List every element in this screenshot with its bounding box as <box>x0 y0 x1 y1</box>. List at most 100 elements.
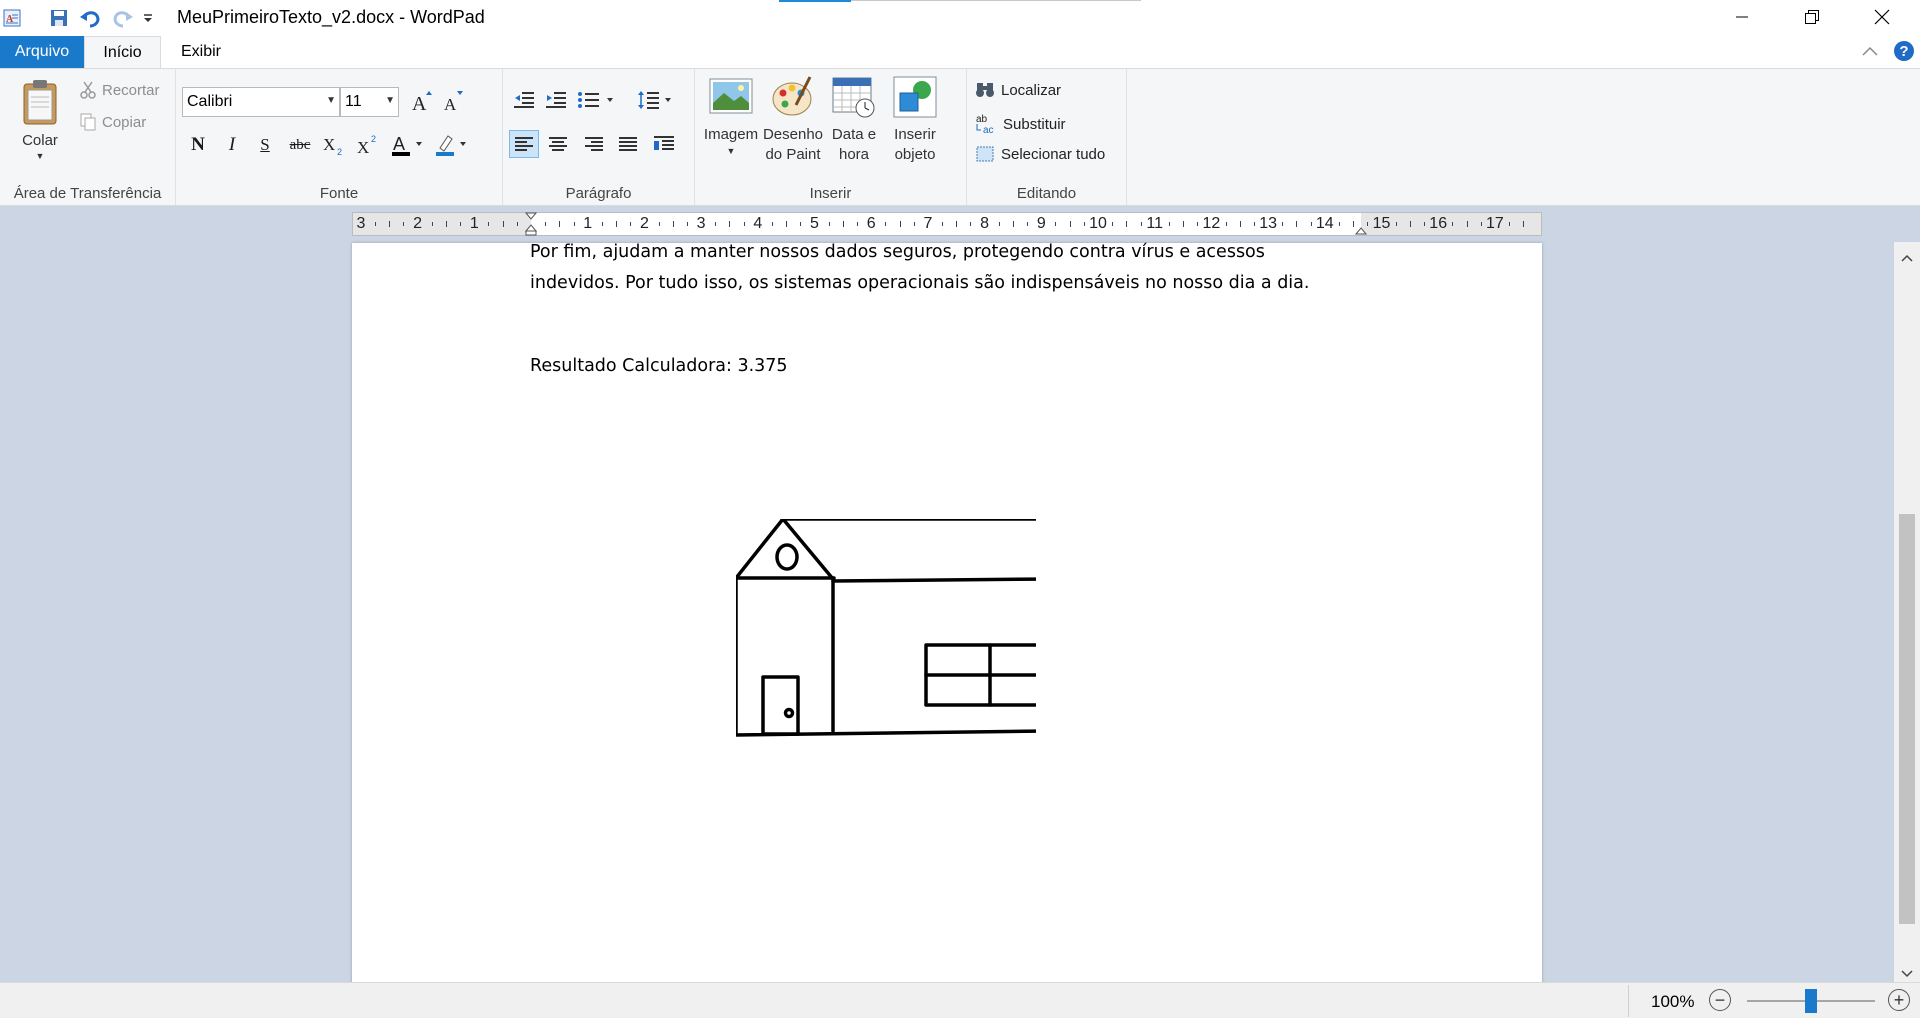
ruler-number: 10 <box>1089 215 1107 232</box>
ruler-tick <box>488 222 490 226</box>
ruler-tick <box>913 222 915 226</box>
scroll-thumb[interactable] <box>1899 514 1915 924</box>
align-right-button[interactable] <box>579 130 609 158</box>
justify-button[interactable] <box>613 130 643 158</box>
font-family-dropdown-icon: ▼ <box>326 95 336 106</box>
paste-dropdown-icon[interactable]: ▼ <box>10 151 70 161</box>
paint-palette-icon <box>772 76 812 116</box>
svg-text:X: X <box>357 138 369 157</box>
find-button[interactable]: Localizar <box>975 81 1061 99</box>
shrink-font-button[interactable]: A <box>440 86 468 116</box>
vertical-scrollbar[interactable] <box>1894 242 1920 982</box>
font-size-select[interactable]: 11 ▼ <box>340 87 399 117</box>
align-left-button[interactable] <box>509 130 539 158</box>
restore-button[interactable] <box>1784 0 1840 34</box>
editing-group-label: Editando <box>1016 185 1077 202</box>
ruler-number: 13 <box>1259 215 1277 232</box>
help-icon[interactable]: ? <box>1894 41 1914 61</box>
ruler-number: 1 <box>469 215 479 232</box>
align-center-button[interactable] <box>543 130 573 158</box>
ruler-tick <box>1296 221 1298 227</box>
decrease-indent-button[interactable] <box>509 86 539 114</box>
ruler-tick <box>800 222 802 226</box>
paste-button[interactable]: Colar ▼ <box>10 79 70 161</box>
save-icon[interactable] <box>47 7 71 29</box>
zoom-level: 100% <box>1651 992 1695 1011</box>
subscript-button[interactable]: X2 <box>320 131 348 159</box>
replace-button[interactable]: ab ac Substituir <box>975 113 1066 135</box>
paragraph-group-label: Parágrafo <box>565 185 632 202</box>
date-time-button[interactable]: Data e hora <box>826 75 882 165</box>
undo-icon[interactable] <box>78 7 102 29</box>
paint-drawing-button[interactable]: Desenho do Paint <box>761 75 825 165</box>
group-clipboard: Colar ▼ Recortar Copiar Área de Transfer… <box>0 69 176 205</box>
insert-image-button[interactable]: Imagem ▼ <box>701 75 761 157</box>
window-title: MeuPrimeiroTexto_v2.docx - WordPad <box>177 7 485 27</box>
tab-exibir[interactable]: Exibir <box>170 36 232 68</box>
document-workspace: 3 2 1 1 2 3 4 5 6 7 8 9 10 11 12 13 14 15 16 17 Por fim, aj… <box>0 206 1920 982</box>
minimize-ribbon-icon[interactable] <box>1861 44 1879 62</box>
strikethrough-button[interactable]: abc <box>286 131 314 159</box>
wordpad-app-icon[interactable]: A <box>0 7 24 29</box>
bullet-list-button[interactable] <box>575 86 619 114</box>
highlight-color-button[interactable] <box>432 131 472 159</box>
font-color-button[interactable]: A <box>388 131 428 159</box>
horizontal-ruler[interactable]: 3 2 1 1 2 3 4 5 6 7 8 9 10 11 12 13 14 15 16 17 <box>352 212 1542 236</box>
tab-inicio[interactable]: Início <box>84 36 161 68</box>
ruler-tick <box>1083 222 1085 226</box>
title-bar: A MeuPrimeiroTexto_v2.docx - WordPad <box>0 0 1920 36</box>
select-all-icon <box>976 146 994 162</box>
customize-quick-access-icon[interactable] <box>138 7 158 29</box>
close-button[interactable] <box>1854 0 1910 34</box>
superscript-button[interactable]: X2 <box>354 131 382 159</box>
shrink-font-icon: A <box>444 91 463 113</box>
ribbon: Colar ▼ Recortar Copiar Área de Transfer… <box>0 68 1920 206</box>
ruler-tick <box>1168 222 1170 226</box>
redo-icon[interactable] <box>111 7 135 29</box>
status-divider <box>1628 985 1629 1017</box>
zoom-out-button[interactable]: − <box>1709 989 1731 1011</box>
find-label: Localizar <box>1001 81 1062 99</box>
paragraph-settings-button[interactable] <box>649 130 679 158</box>
superscript-icon: X2 <box>357 134 376 157</box>
title-divider-line <box>851 0 1141 1</box>
minimize-button[interactable] <box>1714 0 1770 34</box>
scroll-down-icon[interactable] <box>1900 966 1914 982</box>
line-spacing-button[interactable] <box>635 86 675 114</box>
cut-button[interactable]: Recortar <box>80 81 160 99</box>
tab-arquivo[interactable]: Arquivo <box>0 36 84 68</box>
insert-image-label: Imagem <box>703 126 759 143</box>
ruler-number: 3 <box>696 215 706 232</box>
svg-text:ac: ac <box>983 125 994 135</box>
ruler-tick <box>1353 221 1355 227</box>
ruler-tick <box>616 221 618 227</box>
insert-image-dropdown-icon[interactable]: ▼ <box>701 145 761 157</box>
ruler-tick <box>502 221 504 227</box>
italic-button[interactable]: I <box>218 131 246 159</box>
ruler-tick <box>389 221 391 227</box>
font-color-icon: A <box>392 134 422 156</box>
ruler-left-margin <box>353 213 531 235</box>
ruler-tick <box>1480 222 1482 226</box>
copy-button[interactable]: Copiar <box>80 113 146 131</box>
zoom-slider-thumb[interactable] <box>1805 989 1817 1013</box>
bold-button[interactable]: N <box>184 131 212 159</box>
ruler-tick <box>1424 222 1426 226</box>
select-all-button[interactable]: Selecionar tudo <box>975 145 1105 163</box>
ruler-tick <box>885 222 887 226</box>
underline-button[interactable]: S <box>251 131 279 159</box>
increase-indent-button[interactable] <box>541 86 571 114</box>
ruler-tick <box>1282 222 1284 226</box>
document-page[interactable]: Por fim, ajudam a manter nossos dados se… <box>352 242 1542 982</box>
right-indent-marker[interactable] <box>1354 220 1368 241</box>
insert-object-button[interactable]: Inserir objeto <box>887 75 943 165</box>
house-drawing[interactable] <box>736 519 1036 741</box>
font-family-select[interactable]: Calibri ▼ <box>182 87 340 117</box>
zoom-in-button[interactable]: + <box>1888 989 1910 1011</box>
svg-text:A: A <box>444 95 457 113</box>
ruler-tick <box>828 222 830 226</box>
grow-font-button[interactable]: A <box>408 86 436 116</box>
decrease-indent-icon <box>514 92 534 108</box>
ruler-tick <box>460 222 462 226</box>
scroll-up-icon[interactable] <box>1900 250 1914 268</box>
